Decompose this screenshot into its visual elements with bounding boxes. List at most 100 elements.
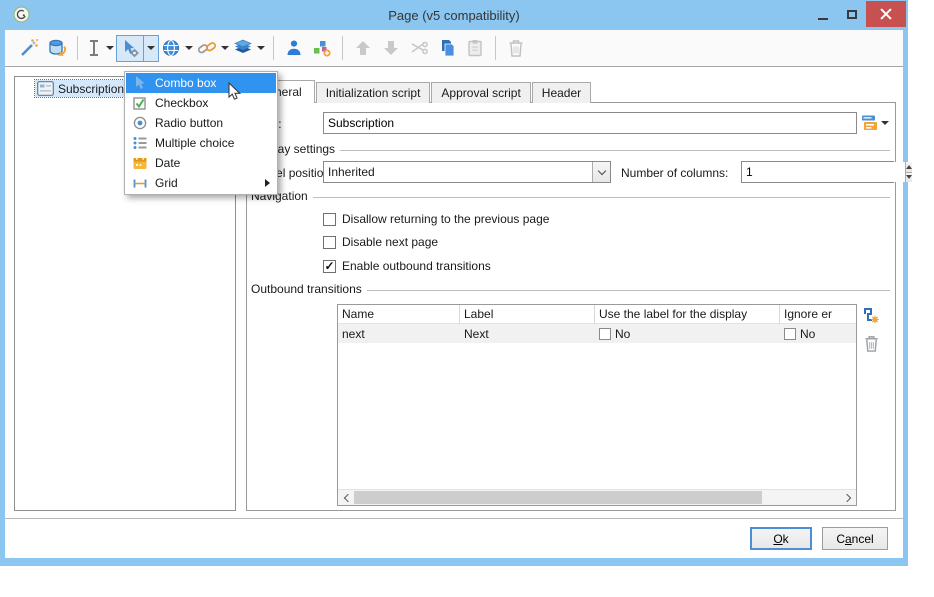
- group-add-button[interactable]: [308, 35, 336, 62]
- cut-button[interactable]: [405, 35, 433, 62]
- title-bar[interactable]: Page (v5 compatibility): [0, 0, 908, 30]
- menu-item-label: Combo box: [155, 76, 217, 90]
- copy-button[interactable]: [433, 35, 461, 62]
- toolbar-separator: [342, 36, 343, 60]
- move-down-button[interactable]: [377, 35, 405, 62]
- cell-use-label: No: [595, 327, 780, 341]
- title-input[interactable]: [323, 112, 857, 134]
- delete-button[interactable]: [502, 35, 530, 62]
- localization-button[interactable]: [861, 114, 889, 131]
- up-triangle-icon: [906, 164, 912, 169]
- checkbox-enable-outbound-transitions[interactable]: ✓ Enable outbound transitions: [323, 259, 491, 273]
- number-of-columns-spinner[interactable]: [741, 161, 912, 183]
- delete-transition-button[interactable]: [861, 333, 881, 353]
- page-form-icon: [37, 81, 54, 96]
- tab-strip: General Initialization script Approval s…: [246, 80, 592, 103]
- person-button[interactable]: [280, 35, 308, 62]
- menu-item-radio-button[interactable]: Radio button: [126, 113, 276, 133]
- menu-item-multiple-choice[interactable]: Multiple choice: [126, 133, 276, 153]
- dropdown-caret-icon: [185, 46, 193, 50]
- horizontal-scrollbar[interactable]: [338, 489, 856, 505]
- checkbox-disable-next-page[interactable]: Disable next page: [323, 235, 438, 249]
- menu-item-label: Checkbox: [155, 96, 209, 110]
- cell-name: next: [342, 326, 365, 341]
- layers-icon: [234, 39, 252, 53]
- checkbox-label: Disable next page: [342, 235, 439, 249]
- dialog-window: Page (v5 compatibility) Subscription Gen…: [0, 0, 912, 566]
- list-icon: [133, 137, 147, 149]
- dropdown-caret-icon: [147, 46, 155, 50]
- menu-item-label: Multiple choice: [155, 136, 235, 150]
- scrollbar-thumb[interactable]: [354, 491, 762, 504]
- spinner-input[interactable]: [742, 162, 905, 182]
- radio-icon: [133, 116, 147, 130]
- form-control-icon: [125, 40, 139, 58]
- cancel-button[interactable]: Cancel: [822, 527, 888, 550]
- general-tab-content: Title: Display settings Label position: …: [246, 102, 912, 511]
- chevron-down-icon: [597, 166, 606, 175]
- cancel-label: C: [836, 531, 845, 546]
- scroll-right-button[interactable]: [840, 490, 856, 505]
- paste-button[interactable]: [461, 35, 489, 62]
- database-import-icon: [49, 39, 66, 56]
- transitions-table: Name Label Use the label for the display…: [337, 304, 857, 506]
- menu-item-label: Radio button: [155, 116, 224, 130]
- tab-initialization-script[interactable]: Initialization script: [315, 82, 431, 103]
- menu-item-date[interactable]: Date: [126, 153, 276, 173]
- group-divider: [340, 149, 890, 151]
- menu-item-grid[interactable]: Grid: [126, 173, 276, 193]
- database-import-button[interactable]: [43, 35, 71, 62]
- add-transition-button[interactable]: [861, 305, 881, 325]
- dropdown-caret-icon: [221, 46, 229, 50]
- tab-approval-script[interactable]: Approval script: [431, 82, 531, 103]
- group-divider: [312, 196, 890, 198]
- menu-item-checkbox[interactable]: Checkbox: [126, 93, 276, 113]
- menu-item-combo-box[interactable]: Combo box: [126, 73, 276, 93]
- down-triangle-icon: [906, 175, 912, 180]
- cell-checkbox[interactable]: [599, 327, 611, 340]
- scroll-left-button[interactable]: [338, 490, 354, 505]
- toolbar: [5, 30, 903, 67]
- window-title: Page (v5 compatibility): [388, 7, 520, 23]
- form-control-button[interactable]: [116, 34, 159, 62]
- layers-control-button[interactable]: [231, 35, 267, 62]
- table-header-row: Name Label Use the label for the display…: [338, 305, 856, 324]
- footer-divider: [5, 518, 903, 519]
- text-field-icon: [90, 40, 98, 56]
- tab-header[interactable]: Header: [531, 82, 592, 103]
- number-of-columns-label: Number of columns:: [621, 166, 729, 180]
- checkbox-box[interactable]: ✓: [323, 259, 336, 273]
- combobox-dropdown-button[interactable]: [592, 162, 610, 182]
- app-icon: [13, 6, 30, 23]
- minimize-icon: [817, 17, 828, 20]
- checkbox-box[interactable]: [323, 235, 336, 249]
- checkbox-disallow-returning[interactable]: Disallow returning to the previous page: [323, 212, 549, 226]
- table-row[interactable]: next Next No No: [338, 324, 856, 343]
- column-header-ignore: Ignore er: [784, 307, 833, 321]
- close-button[interactable]: [866, 1, 906, 27]
- link-icon: [197, 42, 217, 54]
- minimize-button[interactable]: [808, 1, 837, 27]
- tree-item-subscription[interactable]: Subscription: [33, 79, 130, 98]
- person-icon: [287, 40, 301, 55]
- text-field-button[interactable]: [84, 35, 116, 62]
- form-control-dropdown[interactable]: [144, 36, 158, 61]
- wizard-button[interactable]: [15, 35, 43, 62]
- checkbox-label: Disallow returning to the previous page: [342, 212, 550, 226]
- maximize-button[interactable]: [837, 1, 866, 27]
- label-position-combobox[interactable]: Inherited: [323, 161, 611, 183]
- chevron-left-icon: [343, 493, 352, 502]
- move-up-button[interactable]: [349, 35, 377, 62]
- web-control-button[interactable]: [159, 35, 195, 62]
- cell-checkbox-label: No: [615, 326, 631, 341]
- submenu-arrow-icon: [265, 179, 270, 187]
- link-control-button[interactable]: [195, 35, 231, 62]
- ok-button[interactable]: Ok: [750, 527, 812, 550]
- dropdown-caret-icon: [881, 120, 889, 125]
- cell-checkbox[interactable]: [784, 327, 796, 340]
- checkbox-box[interactable]: [323, 212, 336, 226]
- cell-checkbox-label: No: [800, 326, 816, 341]
- spinner-down-button[interactable]: [906, 172, 912, 182]
- down-arrow-icon: [384, 41, 398, 55]
- spinner-up-button[interactable]: [906, 162, 912, 173]
